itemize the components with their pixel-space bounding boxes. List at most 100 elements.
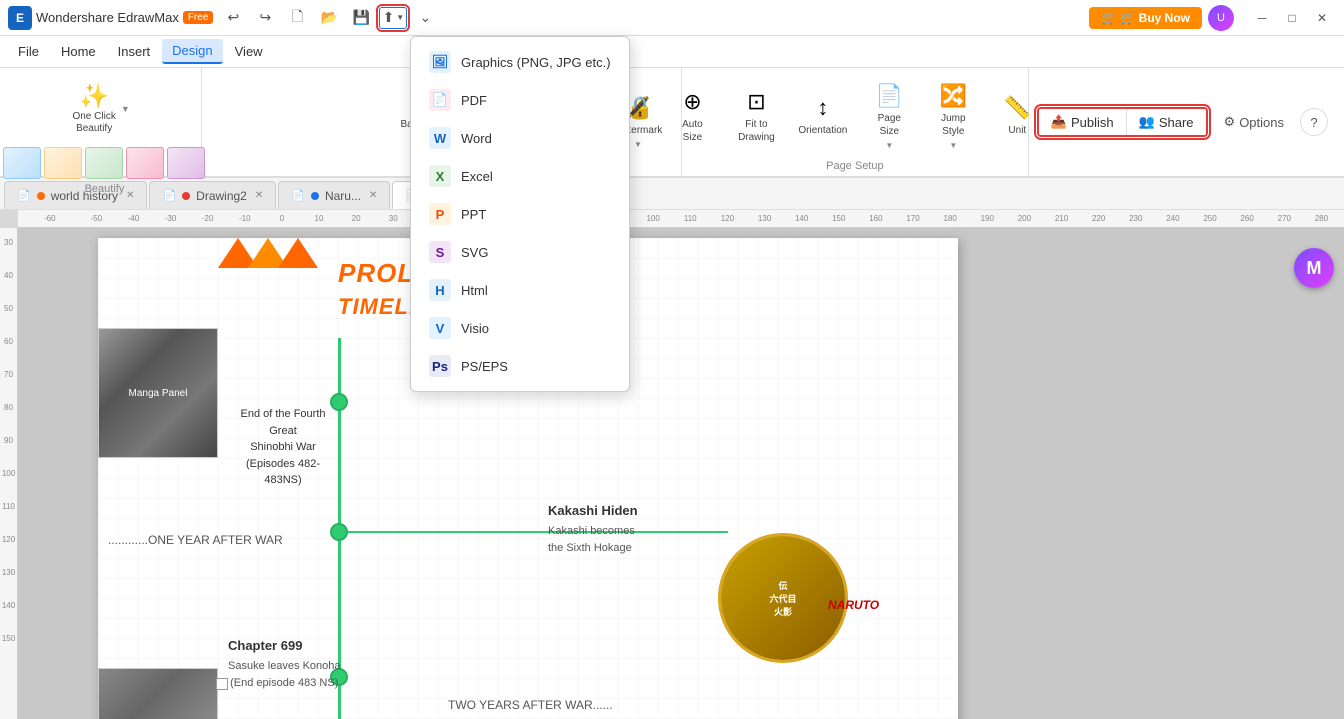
vruler-mark: 90: [4, 436, 13, 445]
auto-size-icon: ⊕: [683, 89, 701, 115]
tab-world-history[interactable]: 📄 world history ✕: [4, 181, 147, 209]
options-button[interactable]: ⚙ Options: [1216, 109, 1292, 135]
auto-size-label: AutoSize: [682, 118, 703, 144]
watermark-arrow: ▼: [634, 140, 642, 149]
chapter-label: Chapter 699: [228, 638, 302, 653]
undo-button[interactable]: ↩: [219, 7, 247, 29]
ruler-mark: 150: [820, 214, 857, 223]
save-button[interactable]: 💾: [347, 7, 375, 29]
fit-to-drawing-button[interactable]: ⊡ Fit toDrawing: [726, 83, 786, 150]
menu-file[interactable]: File: [8, 40, 49, 63]
export-item-label-html: Html: [461, 283, 488, 298]
ruler-mark: 160: [857, 214, 894, 223]
event1-text: End of the Fourth GreatShinobhi War(Epis…: [228, 406, 338, 489]
tab-close-naruto[interactable]: ✕: [369, 190, 377, 201]
vruler-mark: 70: [4, 370, 13, 379]
tab-dot-world-history: [37, 192, 45, 200]
beautify-style4[interactable]: [126, 147, 164, 179]
app-name: Wondershare EdrawMax: [36, 10, 179, 25]
m-badge[interactable]: M: [1294, 248, 1334, 288]
page-size-button[interactable]: 📄 PageSize ▼: [859, 77, 919, 156]
unit-icon: 📏: [1004, 95, 1031, 121]
menu-design[interactable]: Design: [162, 39, 222, 64]
horizontal-ruler: -60 -50 -40 -30 -20 -10 0 10 20 30 40 50…: [18, 210, 1344, 228]
export-item-label-pdf: PDF: [461, 93, 487, 108]
manga-image-2: Manga Panel: [98, 668, 218, 719]
orientation-icon: ↕: [817, 95, 828, 121]
jump-style-arrow: ▼: [949, 141, 957, 150]
ribbon-page-setup-section: ⊕ AutoSize ⊡ Fit toDrawing ↕ Orientation…: [682, 68, 1029, 176]
more-button[interactable]: ⌄: [411, 7, 439, 29]
orientation-button[interactable]: ↕ Orientation: [790, 89, 855, 143]
ruler-mark: 120: [709, 214, 746, 223]
jump-style-button[interactable]: 🔀 JumpStyle ▼: [923, 77, 983, 156]
event2-node: [330, 523, 348, 541]
new-button[interactable]: 🗋: [283, 7, 311, 29]
export-item-word[interactable]: WWord: [411, 119, 629, 157]
canvas-content[interactable]: PROLOGUE NOVELS TIMELINE Manga Panel Man…: [18, 228, 1344, 719]
ruler-mark: 210: [1043, 214, 1080, 223]
minimize-button[interactable]: ─: [1248, 7, 1276, 29]
export-item-svg[interactable]: SSVG: [411, 233, 629, 271]
export-item-pdf[interactable]: 📄PDF: [411, 81, 629, 119]
kakashi-title: Kakashi Hiden: [548, 503, 638, 518]
beautify-style1[interactable]: [3, 147, 41, 179]
ruler-mark: 170: [894, 214, 931, 223]
export-item-excel[interactable]: XExcel: [411, 157, 629, 195]
vruler-mark: 80: [4, 403, 13, 412]
beautify-items: ✨ One ClickBeautify ▼: [3, 68, 205, 183]
beautify-icon: ✨: [79, 82, 109, 111]
ruler-mark: 0: [263, 214, 300, 223]
vruler-mark: 140: [2, 601, 15, 610]
redo-button[interactable]: ↪: [251, 7, 279, 29]
export-item-html[interactable]: H Html: [411, 271, 629, 309]
ruler-mark: 100: [635, 214, 672, 223]
tab-close-drawing2[interactable]: ✕: [255, 190, 263, 201]
avatar[interactable]: U: [1208, 5, 1234, 31]
help-button[interactable]: ?: [1300, 108, 1328, 136]
buy-now-button[interactable]: 🛒 🛒 Buy Now: [1089, 7, 1202, 29]
tab-icon-drawing2: 📄: [162, 189, 176, 202]
tab-naruto[interactable]: 📄 Naru... ✕: [278, 181, 390, 209]
resize-handle[interactable]: [216, 678, 228, 690]
beautify-style3[interactable]: [85, 147, 123, 179]
export-item-graphics[interactable]: 🖼Graphics (PNG, JPG etc.): [411, 43, 629, 81]
export-item-label-ppt: PPT: [461, 207, 486, 222]
export-item-label-word: Word: [461, 131, 492, 146]
tab-icon-naruto: 📄: [291, 189, 305, 202]
export-item-ppt[interactable]: PPPT: [411, 195, 629, 233]
export-item-icon-html: H: [429, 279, 451, 301]
export-item-pseps[interactable]: PsPS/EPS: [411, 347, 629, 385]
cart-icon: 🛒: [1101, 11, 1116, 25]
orientation-label: Orientation: [798, 124, 847, 137]
canvas-area: -60 -50 -40 -30 -20 -10 0 10 20 30 40 50…: [0, 210, 1344, 719]
menu-insert[interactable]: Insert: [108, 40, 161, 63]
ruler-mark: 260: [1229, 214, 1266, 223]
beautify-style2[interactable]: [44, 147, 82, 179]
one-click-beautify-button[interactable]: ✨ One ClickBeautify ▼: [64, 76, 144, 141]
export-item-label-svg: SVG: [461, 245, 488, 260]
vruler-mark: 120: [2, 535, 15, 544]
maximize-button[interactable]: □: [1278, 7, 1306, 29]
open-button[interactable]: 📂: [315, 7, 343, 29]
close-button[interactable]: ✕: [1308, 7, 1336, 29]
export-item-icon-excel: X: [429, 165, 451, 187]
beautify-style5[interactable]: [167, 147, 205, 179]
naruto-logo: NARUTO: [828, 598, 879, 612]
ruler-mark: 180: [932, 214, 969, 223]
export-item-label-visio: Visio: [461, 321, 489, 336]
publish-button[interactable]: 📤 Publish: [1039, 109, 1127, 135]
tab-label-naruto: Naru...: [325, 189, 361, 203]
export-item-icon-pseps: Ps: [429, 355, 451, 377]
ruler-mark: 130: [746, 214, 783, 223]
auto-size-button[interactable]: ⊕ AutoSize: [662, 83, 722, 150]
ruler-mark: 230: [1117, 214, 1154, 223]
tab-close-world-history[interactable]: ✕: [126, 190, 134, 201]
menu-home[interactable]: Home: [51, 40, 106, 63]
tab-drawing2[interactable]: 📄 Drawing2 ✕: [149, 181, 276, 209]
share-button[interactable]: 👥 Share: [1127, 109, 1206, 135]
export-item-visio[interactable]: VVisio: [411, 309, 629, 347]
menu-view[interactable]: View: [225, 40, 273, 63]
export-button[interactable]: ⬆ ▼: [379, 7, 407, 29]
export-dropdown-arrow: ▼: [396, 13, 404, 22]
